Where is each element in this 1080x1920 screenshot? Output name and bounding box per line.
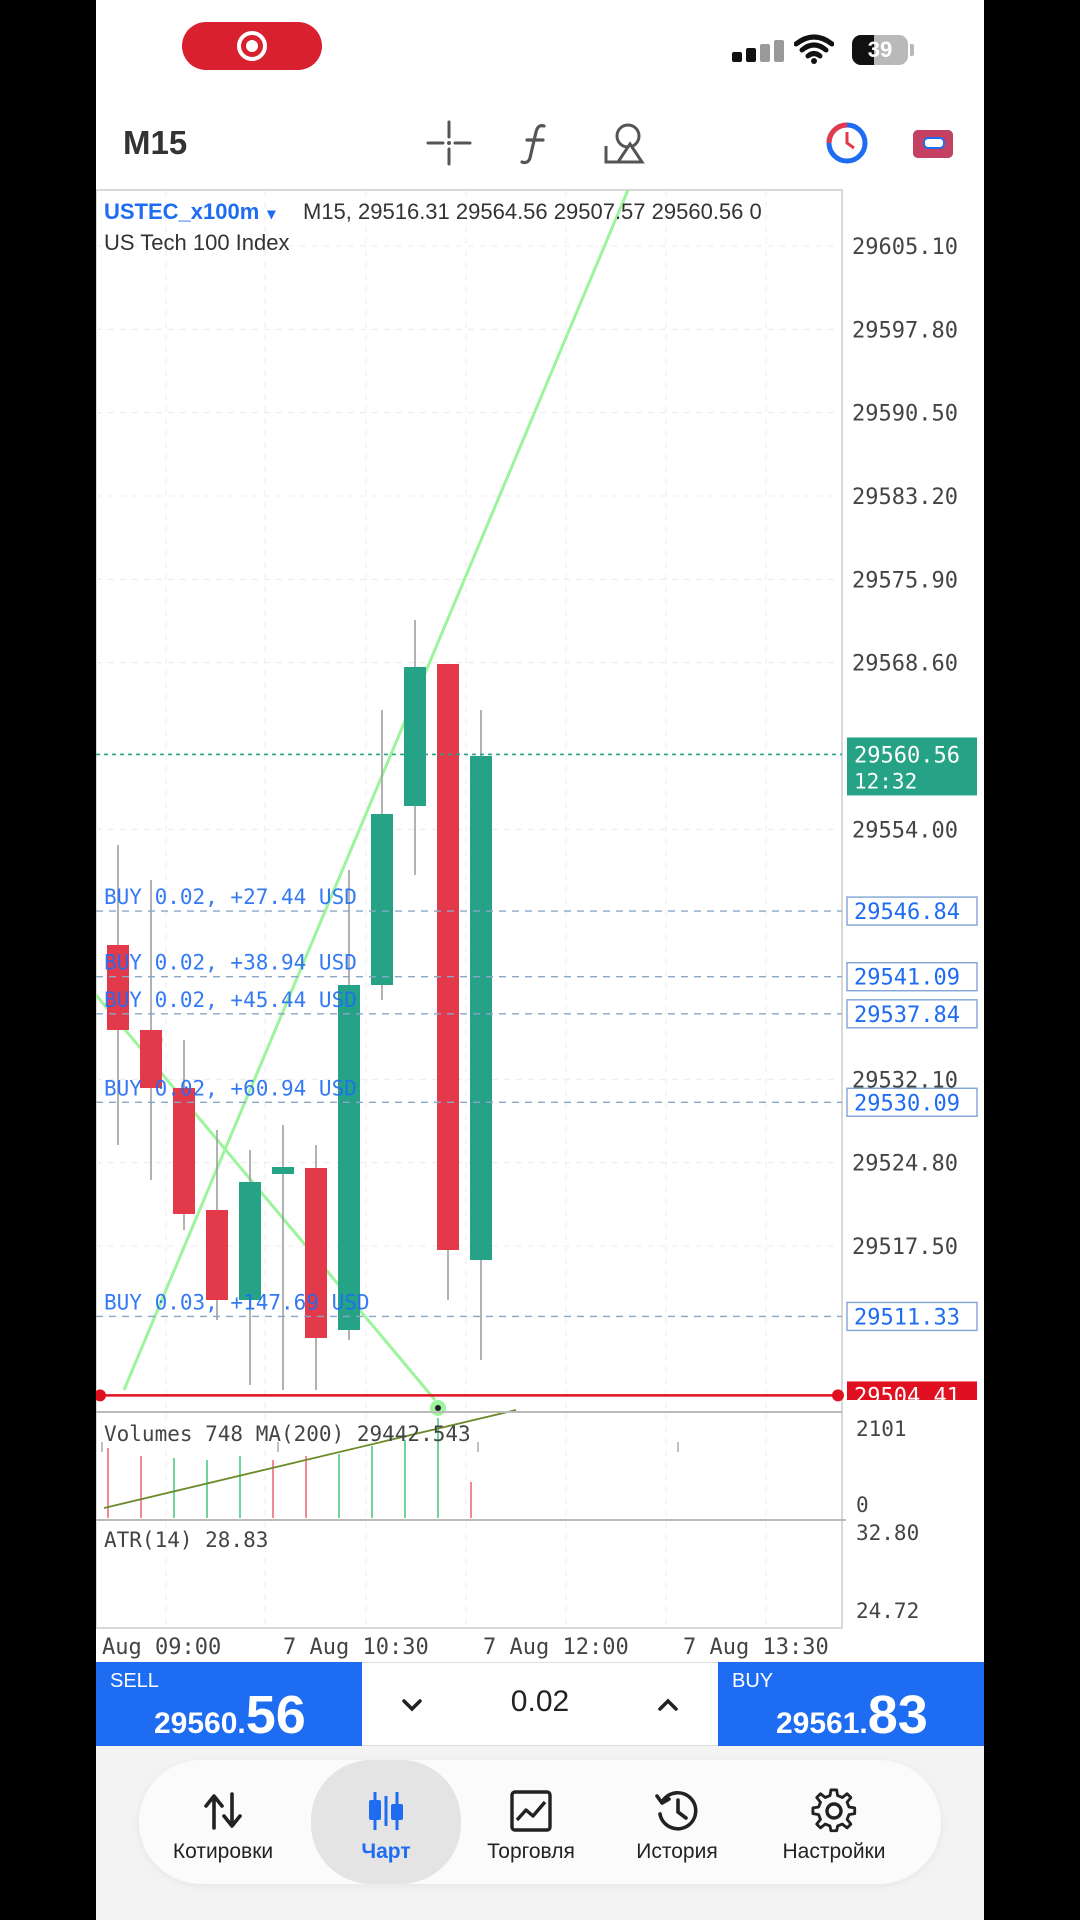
lot-decrease-button[interactable] [392,1685,432,1725]
bottom-navigation: Котировки Чарт Торговля История Настройк… [96,1746,984,1920]
candle-body [371,814,393,985]
quotes-arrows-icon [204,1792,242,1830]
lot-increase-button[interactable] [648,1685,688,1725]
time-axis-label: 7 Aug 13:30 [683,1635,829,1660]
tab-settings[interactable]: Настройки [759,1760,909,1884]
battery-icon: 39 [852,35,908,65]
trade-chart-icon [510,1790,552,1832]
shapes-icon[interactable] [602,120,648,166]
symbol-name: USTEC_x100m [104,199,259,224]
chart-toolbar: M15 [96,110,984,176]
price-axis-label: 29532.10 [852,1068,958,1093]
price-axis-label: 29590.50 [852,402,958,427]
tab-quotes-label: Котировки [172,1840,274,1863]
tab-chart[interactable]: Чарт [311,1760,461,1884]
record-icon [237,31,267,61]
volumes-axis-top: 2101 [856,1417,907,1441]
volumes-label: Volumes 748 MA(200) 29442.543 [104,1422,471,1446]
current-price-timer: 12:32 [854,769,917,793]
chevron-up-icon [658,1698,678,1711]
current-price-value: 29560.56 [854,743,960,768]
one-click-trade-bar: SELL 29560.56 0.02 BUY 29561.83 [96,1662,984,1746]
settings-gear-icon [811,1788,857,1833]
candle-body [206,1210,228,1300]
lot-size-control: 0.02 [362,1662,718,1746]
symbol-description: US Tech 100 Index [104,230,290,255]
price-axis-label: 29583.20 [852,485,958,510]
price-axis-label: 29597.80 [852,318,958,343]
svg-text:USTEC_x100m▾: USTEC_x100m ▾ [104,199,276,224]
price-axis-label: 29605.10 [852,235,958,260]
trendline-anchor-dot [435,1405,441,1411]
tab-settings-label: Настройки [782,1840,886,1863]
tab-bar: Котировки Чарт Торговля История Настройк… [139,1760,941,1884]
position-price: 29530.09 [854,1091,960,1116]
candle-body [437,664,459,1250]
tab-trade[interactable]: Торговля [456,1760,606,1884]
price-axis-label: 29568.60 [852,652,958,677]
atr-axis-top: 32.80 [856,1521,919,1545]
position-label: BUY 0.02, +45.44 USD [104,988,357,1012]
position-label: BUY 0.03, +147.69 USD [104,1290,370,1314]
position-label: BUY 0.02, +27.44 USD [104,885,357,909]
candle-body [272,1167,294,1174]
cellular-signal-icon [732,40,784,62]
history-icon [655,1791,698,1831]
buy-price: 29561.83 [776,1685,928,1745]
candle-body [338,985,360,1330]
candles-icon [369,1792,403,1830]
screen-recording-indicator[interactable] [182,22,322,70]
price-axis-label: 29517.50 [852,1235,958,1260]
price-axis-label: 29554.00 [852,818,958,843]
candle-body [239,1182,261,1300]
status-bar: 39 [96,0,984,100]
price-axis-label: 29575.90 [852,568,958,593]
price-chart[interactable]: BUY 0.02, +27.44 USD 29546.84 BUY 0.02, +3… [96,186,984,1662]
time-axis-label: 7 Aug 10:30 [283,1635,429,1660]
volumes-axis-bottom: 0 [856,1493,869,1517]
atr-label: ATR(14) 28.83 [104,1528,268,1552]
atr-axis-bottom: 24.72 [856,1599,919,1623]
function-icon[interactable] [514,120,560,166]
time-axis-label: Aug 09:00 [102,1635,221,1660]
tab-history[interactable]: История [602,1760,752,1884]
sell-button[interactable]: SELL 29560.56 [96,1662,362,1746]
position-label: BUY 0.02, +38.94 USD [104,951,357,975]
sync-icon[interactable] [824,120,870,166]
stop-line-handle [832,1389,844,1402]
crosshair-icon[interactable] [426,120,472,166]
position-price: 29511.33 [854,1305,960,1330]
battery-level: 39 [867,37,893,62]
position-label: BUY 0.02, +60.94 USD [104,1076,357,1100]
tab-quotes[interactable]: Котировки [148,1760,298,1884]
price-axis-label: 29524.80 [852,1152,958,1177]
sell-price: 29560.56 [154,1685,306,1745]
buy-label: BUY [732,1670,774,1692]
candle-body [404,667,426,806]
chevron-down-icon [402,1699,422,1712]
time-axis-label: 7 Aug 12:00 [483,1635,629,1660]
lot-size-value[interactable]: 0.02 [472,1685,608,1719]
candle-body [173,1088,195,1214]
position-price: 29546.84 [854,900,960,925]
wallet-icon[interactable] [910,120,956,166]
position-price: 29537.84 [854,1003,960,1028]
timeframe-button[interactable]: M15 [123,124,187,162]
sell-label: SELL [110,1670,159,1692]
candle-body [470,756,492,1260]
position-price: 29541.09 [854,966,960,991]
symbol-dropdown-icon: ▾ [266,206,276,223]
buy-button[interactable]: BUY 29561.83 [718,1662,984,1746]
wifi-icon [794,34,834,64]
app-screen: 39 M15 BUY 0.02, +27.44 USD 29546.84 BUY… [96,0,984,1920]
ohlc-values: M15, 29516.31 29564.56 29507.57 29560.56… [303,199,762,224]
